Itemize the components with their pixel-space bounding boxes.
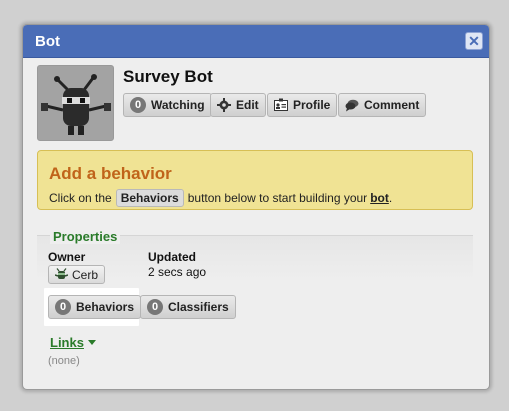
add-behavior-callout: Add a behavior Click on the Behaviors bu… <box>37 150 473 210</box>
comment-icon <box>345 99 359 112</box>
id-card-icon <box>274 98 288 111</box>
behaviors-label: Behaviors <box>76 300 135 314</box>
classifiers-button[interactable]: 0 Classifiers <box>140 295 236 319</box>
behaviors-button[interactable]: 0 Behaviors <box>48 295 142 319</box>
callout-text-before: Click on the <box>49 191 112 205</box>
robot-icon <box>55 268 68 279</box>
profile-button[interactable]: Profile <box>267 93 338 117</box>
classifiers-label: Classifiers <box>168 300 229 314</box>
watch-label: Watching <box>151 98 205 112</box>
bot-dialog: Bot ✕ Survey Bot 0 Watching Edit Profile… <box>22 24 490 390</box>
links-empty: (none) <box>48 355 80 367</box>
updated-value: 2 secs ago <box>148 265 207 279</box>
comment-label: Comment <box>364 98 420 112</box>
edit-label: Edit <box>236 98 259 112</box>
close-icon: ✕ <box>468 33 480 49</box>
owner-value: Cerb <box>72 267 99 282</box>
callout-text-middle: button below to start building your <box>187 191 368 205</box>
links-toggle[interactable]: Links <box>50 335 96 350</box>
classifiers-count: 0 <box>147 299 163 315</box>
callout-heading: Add a behavior <box>49 164 172 183</box>
dialog-titlebar[interactable]: Bot ✕ <box>23 25 489 58</box>
owner-label: Owner <box>48 250 86 264</box>
behaviors-count: 0 <box>55 299 71 315</box>
owner-chip[interactable]: Cerb <box>48 265 106 284</box>
chevron-down-icon <box>87 340 96 345</box>
callout-text-after: . <box>388 191 393 205</box>
callout-text: Click on the Behaviors button below to s… <box>49 189 392 207</box>
callout-bot-word: bot <box>370 191 389 205</box>
dialog-title: Bot <box>35 33 60 50</box>
watch-count: 0 <box>130 97 146 113</box>
edit-button[interactable]: Edit <box>210 93 266 117</box>
callout-behaviors-chip: Behaviors <box>115 189 184 207</box>
bot-avatar <box>37 65 114 141</box>
robot-avatar-icon <box>38 66 113 140</box>
properties-title: Properties <box>50 229 121 244</box>
links-label: Links <box>50 335 84 350</box>
bot-name: Survey Bot <box>123 67 213 86</box>
close-button[interactable]: ✕ <box>465 32 483 50</box>
profile-label: Profile <box>293 98 331 112</box>
comment-button[interactable]: Comment <box>338 93 427 117</box>
watch-button[interactable]: 0 Watching <box>123 93 212 117</box>
updated-label: Updated <box>148 250 196 264</box>
gear-icon <box>217 98 231 112</box>
